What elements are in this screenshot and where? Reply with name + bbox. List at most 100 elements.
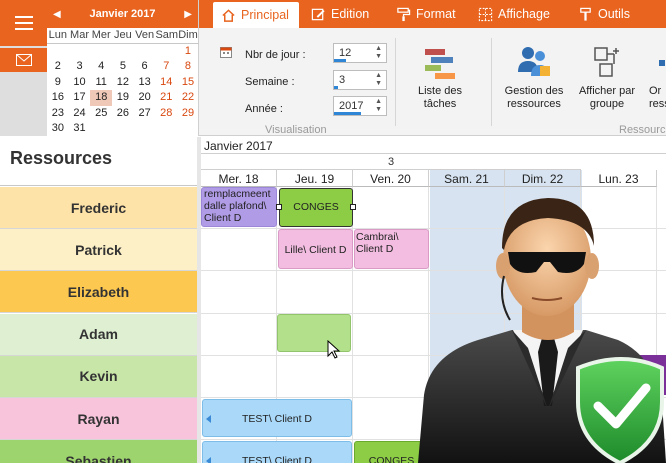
event-rayan-test[interactable]: TEST\ Client D bbox=[202, 399, 352, 437]
event-label: CONGES bbox=[293, 201, 339, 213]
calendar-day[interactable]: 31 bbox=[69, 121, 91, 137]
event-sebastien-test[interactable]: TEST\ Client D bbox=[202, 441, 352, 463]
ribbon-separator bbox=[395, 38, 396, 126]
partial-ribbon-button[interactable]: Or ress bbox=[649, 40, 666, 111]
resource-row-frederic[interactable]: Frederic bbox=[0, 187, 197, 229]
calendar-weekday: Jeu bbox=[112, 28, 134, 44]
tab-outils[interactable]: Outils bbox=[578, 0, 630, 28]
calendar-day[interactable]: 7 bbox=[155, 59, 177, 75]
hamburger-menu-button[interactable] bbox=[0, 0, 47, 46]
day-header[interactable]: Mer. 18 bbox=[201, 170, 277, 187]
calendar-weekday: Ven bbox=[133, 28, 156, 44]
stepper-arrows-icon[interactable]: ▲ ▼ bbox=[375, 45, 382, 61]
day-header[interactable]: Jeu. 19 bbox=[277, 170, 353, 187]
paint-roller-icon bbox=[397, 7, 411, 21]
calendar-empty-cell bbox=[90, 121, 112, 137]
resource-row-elizabeth[interactable]: Elizabeth bbox=[0, 271, 197, 314]
triangle-left-icon[interactable]: ◀ bbox=[53, 9, 61, 20]
resource-name: Elizabeth bbox=[67, 283, 130, 300]
resource-row-kevin[interactable]: Kevin bbox=[0, 355, 197, 398]
home-icon bbox=[222, 8, 235, 22]
calendar-day[interactable]: 10 bbox=[69, 75, 91, 91]
calendar-weekday: Sam bbox=[155, 28, 178, 44]
event-label: Cambrai\ Client D bbox=[356, 231, 399, 255]
event-label: remplacmeent dalle plafond\ Client D bbox=[204, 188, 271, 224]
calendar-empty-cell bbox=[134, 44, 156, 60]
nb-jours-value: 12 bbox=[339, 47, 352, 59]
gestion-ressources-button[interactable]: Gestion des ressources bbox=[501, 40, 567, 111]
calendar-day[interactable]: 6 bbox=[134, 59, 156, 75]
resource-row-patrick[interactable]: Patrick bbox=[0, 229, 197, 272]
semaine-stepper[interactable]: 3 ▲ ▼ bbox=[333, 70, 387, 90]
mini-calendar: ◀ Janvier 2017 ▶ Lun Mar Mer Jeu Ven Sam Dim 1 2… bbox=[47, 0, 199, 136]
calendar-day[interactable]: 1 bbox=[177, 44, 199, 60]
calendar-day[interactable]: 27 bbox=[134, 106, 156, 122]
calendar-day[interactable]: 14 bbox=[155, 75, 177, 91]
calendar-day[interactable]: 5 bbox=[112, 59, 134, 75]
triangle-right-icon[interactable]: ▶ bbox=[184, 9, 192, 20]
tab-principal[interactable]: Principal bbox=[213, 2, 299, 28]
liste-taches-label: Liste des tâches bbox=[417, 85, 463, 110]
annee-stepper[interactable]: 2017 ▲ ▼ bbox=[333, 96, 387, 116]
afficher-par-groupe-button[interactable]: Afficher par groupe bbox=[575, 40, 639, 111]
resource-row-sebastien[interactable]: Sebastien bbox=[0, 440, 197, 463]
tab-affichage[interactable]: Affichage bbox=[478, 0, 550, 28]
resource-row-rayan[interactable]: Rayan bbox=[0, 398, 197, 440]
calendar-empty-cell bbox=[90, 44, 112, 60]
calendar-day[interactable]: 28 bbox=[155, 106, 177, 122]
calendar-day[interactable]: 21 bbox=[155, 90, 177, 106]
calendar-empty-cell bbox=[155, 121, 177, 137]
tab-edition[interactable]: Edition bbox=[311, 0, 369, 28]
calendar-day[interactable]: 3 bbox=[69, 59, 91, 75]
calendar-day[interactable]: 15 bbox=[177, 75, 199, 91]
semaine-label: Semaine : bbox=[245, 76, 295, 88]
calendar-day[interactable]: 24 bbox=[69, 106, 91, 122]
calendar-empty-cell bbox=[155, 44, 177, 60]
calendar-day[interactable]: 8 bbox=[177, 59, 199, 75]
event-patrick-lille[interactable]: Lille\ Client D bbox=[278, 229, 353, 269]
resize-handle-right[interactable] bbox=[350, 204, 356, 210]
event-frederic-conges[interactable]: CONGES bbox=[279, 188, 353, 227]
liste-taches-button[interactable]: Liste des tâches bbox=[411, 40, 469, 111]
calendar-day[interactable]: 13 bbox=[134, 75, 156, 91]
tab-format[interactable]: Format bbox=[396, 0, 456, 28]
mail-button[interactable] bbox=[0, 48, 47, 72]
calendar-day[interactable]: 9 bbox=[47, 75, 69, 91]
calendar-day[interactable]: 20 bbox=[134, 90, 156, 106]
calendar-day[interactable]: 18 bbox=[90, 90, 113, 106]
calendar-day[interactable]: 29 bbox=[177, 106, 199, 122]
calendar-day[interactable]: 17 bbox=[69, 90, 91, 106]
resize-handle-left[interactable] bbox=[276, 204, 282, 210]
stepper-arrows-icon[interactable]: ▲ ▼ bbox=[375, 98, 382, 114]
tab-label: Edition bbox=[331, 7, 370, 21]
resource-name: Rayan bbox=[77, 410, 120, 427]
calendar-day[interactable]: 4 bbox=[90, 59, 112, 75]
calendar-day[interactable]: 2 bbox=[47, 59, 69, 75]
calendar-day[interactable]: 23 bbox=[47, 106, 69, 122]
calendar-header: ◀ Janvier 2017 ▶ bbox=[47, 0, 198, 28]
hamburger-line bbox=[14, 16, 33, 18]
stepper-arrows-icon[interactable]: ▲ ▼ bbox=[375, 72, 382, 88]
hamburger-line bbox=[14, 22, 33, 24]
ressources-caption: Ressource bbox=[619, 124, 666, 136]
nb-jours-stepper[interactable]: 12 ▲ ▼ bbox=[333, 43, 387, 63]
event-frederic-remplacement[interactable]: remplacmeent dalle plafond\ Client D bbox=[201, 187, 277, 227]
calendar-day[interactable]: 11 bbox=[90, 75, 112, 91]
resource-name: Sebastien bbox=[65, 452, 132, 463]
calendar-day[interactable]: 25 bbox=[90, 106, 112, 122]
calendar-day[interactable]: 30 bbox=[47, 121, 69, 137]
calendar-day[interactable]: 16 bbox=[47, 90, 69, 106]
calendar-day[interactable]: 12 bbox=[112, 75, 134, 91]
calendar-day[interactable]: 26 bbox=[112, 106, 134, 122]
triangle-left-icon bbox=[206, 415, 211, 423]
event-label: Lille\ Client D bbox=[284, 244, 347, 256]
event-label: CONGES bbox=[368, 455, 415, 463]
mail-icon bbox=[15, 54, 32, 66]
view-grid-icon bbox=[478, 7, 493, 21]
tab-label: Outils bbox=[598, 7, 630, 21]
calendar-day[interactable]: 22 bbox=[177, 90, 199, 106]
calendar-day[interactable]: 19 bbox=[112, 90, 134, 106]
resource-row-adam[interactable]: Adam bbox=[0, 313, 197, 356]
calendar-title: Janvier 2017 bbox=[89, 8, 156, 20]
mouse-cursor-icon bbox=[327, 340, 341, 359]
